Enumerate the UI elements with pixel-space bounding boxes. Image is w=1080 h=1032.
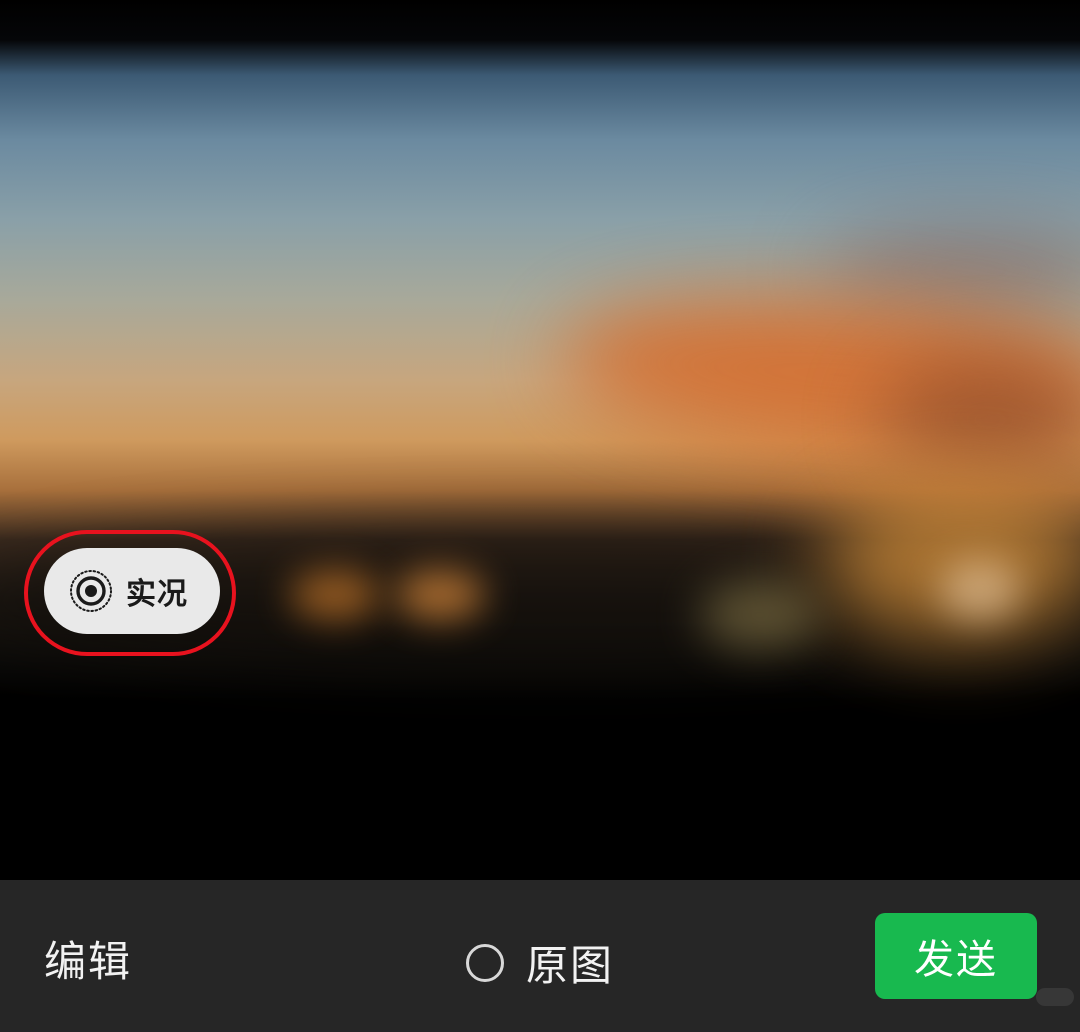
live-photo-button[interactable]: 实况	[44, 548, 220, 634]
photo-send-preview-screen: 实况 编辑 原图 发送	[0, 0, 1080, 1032]
watermark	[1036, 988, 1074, 1006]
radio-unchecked-icon[interactable]	[466, 943, 504, 982]
photo-blur-region	[395, 570, 485, 620]
photo-blur-region	[290, 570, 380, 620]
live-photo-label: 实况	[126, 577, 188, 612]
live-photo-icon	[68, 568, 114, 614]
original-image-toggle[interactable]: 原图	[466, 932, 614, 993]
send-button[interactable]: 发送	[875, 913, 1037, 999]
bottom-toolbar: 编辑 原图 发送	[0, 880, 1080, 1032]
photo-blur-region	[880, 360, 1080, 480]
photo-preview[interactable]	[0, 0, 1080, 880]
original-image-label: 原图	[526, 941, 615, 990]
photo-blur-region	[820, 230, 1080, 310]
photo-blur-region	[940, 560, 1020, 620]
photo-blur-region	[700, 580, 820, 650]
edit-button[interactable]: 编辑	[44, 928, 132, 989]
